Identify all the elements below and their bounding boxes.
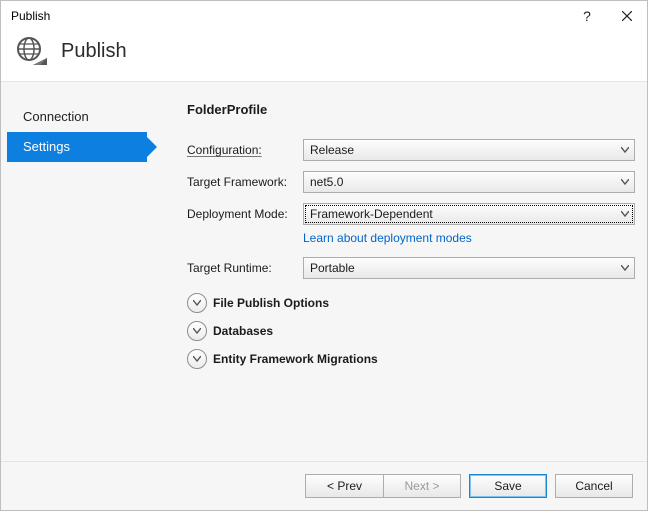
target-framework-value: net5.0: [310, 175, 343, 189]
nav: Connection Settings: [7, 88, 147, 461]
target-framework-label: Target Framework:: [187, 175, 299, 189]
window-title: Publish: [11, 9, 567, 23]
titlebar: Publish ?: [1, 1, 647, 31]
footer: < Prev Next > Save Cancel: [1, 461, 647, 510]
chevron-down-icon: [187, 293, 207, 313]
chevron-down-icon: [621, 211, 629, 217]
prev-next-group: < Prev Next >: [305, 474, 461, 498]
close-icon: [622, 11, 632, 21]
expander-title: File Publish Options: [213, 296, 329, 310]
chevron-down-icon: [621, 179, 629, 185]
configuration-label: Configuration:: [187, 143, 299, 157]
header: Publish: [1, 31, 647, 82]
globe-publish-icon: [15, 35, 47, 67]
cancel-button[interactable]: Cancel: [555, 474, 633, 498]
chevron-down-icon: [187, 349, 207, 369]
target-runtime-select[interactable]: Portable: [303, 257, 635, 279]
close-button[interactable]: [607, 1, 647, 31]
deployment-mode-select[interactable]: Framework-Dependent: [303, 203, 635, 225]
nav-item-settings[interactable]: Settings: [7, 132, 147, 162]
help-button[interactable]: ?: [567, 1, 607, 31]
nav-item-connection[interactable]: Connection: [7, 102, 147, 132]
nav-item-label: Settings: [23, 139, 70, 154]
deployment-mode-label: Deployment Mode:: [187, 207, 299, 221]
expander-title: Entity Framework Migrations: [213, 352, 378, 366]
header-title: Publish: [61, 40, 127, 63]
expander-databases[interactable]: Databases: [187, 321, 635, 341]
profile-title: FolderProfile: [187, 102, 635, 117]
body: Connection Settings FolderProfile Config…: [1, 82, 647, 461]
expanders: File Publish Options Databases Entity Fr…: [187, 293, 635, 369]
nav-item-label: Connection: [23, 109, 89, 124]
target-runtime-value: Portable: [310, 261, 355, 275]
chevron-down-icon: [621, 265, 629, 271]
main-panel: FolderProfile Configuration: Release Tar…: [147, 88, 641, 461]
configuration-select[interactable]: Release: [303, 139, 635, 161]
prev-button[interactable]: < Prev: [305, 474, 383, 498]
expander-title: Databases: [213, 324, 273, 338]
chevron-down-icon: [621, 147, 629, 153]
chevron-down-icon: [187, 321, 207, 341]
settings-form: Configuration: Release Target Framework:…: [187, 139, 635, 279]
target-runtime-label: Target Runtime:: [187, 261, 299, 275]
publish-dialog: Publish ? Publish Conn: [0, 0, 648, 511]
target-framework-select[interactable]: net5.0: [303, 171, 635, 193]
expander-ef-migrations[interactable]: Entity Framework Migrations: [187, 349, 635, 369]
next-button[interactable]: Next >: [383, 474, 461, 498]
deployment-mode-value: Framework-Dependent: [310, 207, 433, 221]
configuration-value: Release: [310, 143, 354, 157]
save-button[interactable]: Save: [469, 474, 547, 498]
expander-file-publish-options[interactable]: File Publish Options: [187, 293, 635, 313]
learn-deployment-link[interactable]: Learn about deployment modes: [303, 231, 472, 245]
